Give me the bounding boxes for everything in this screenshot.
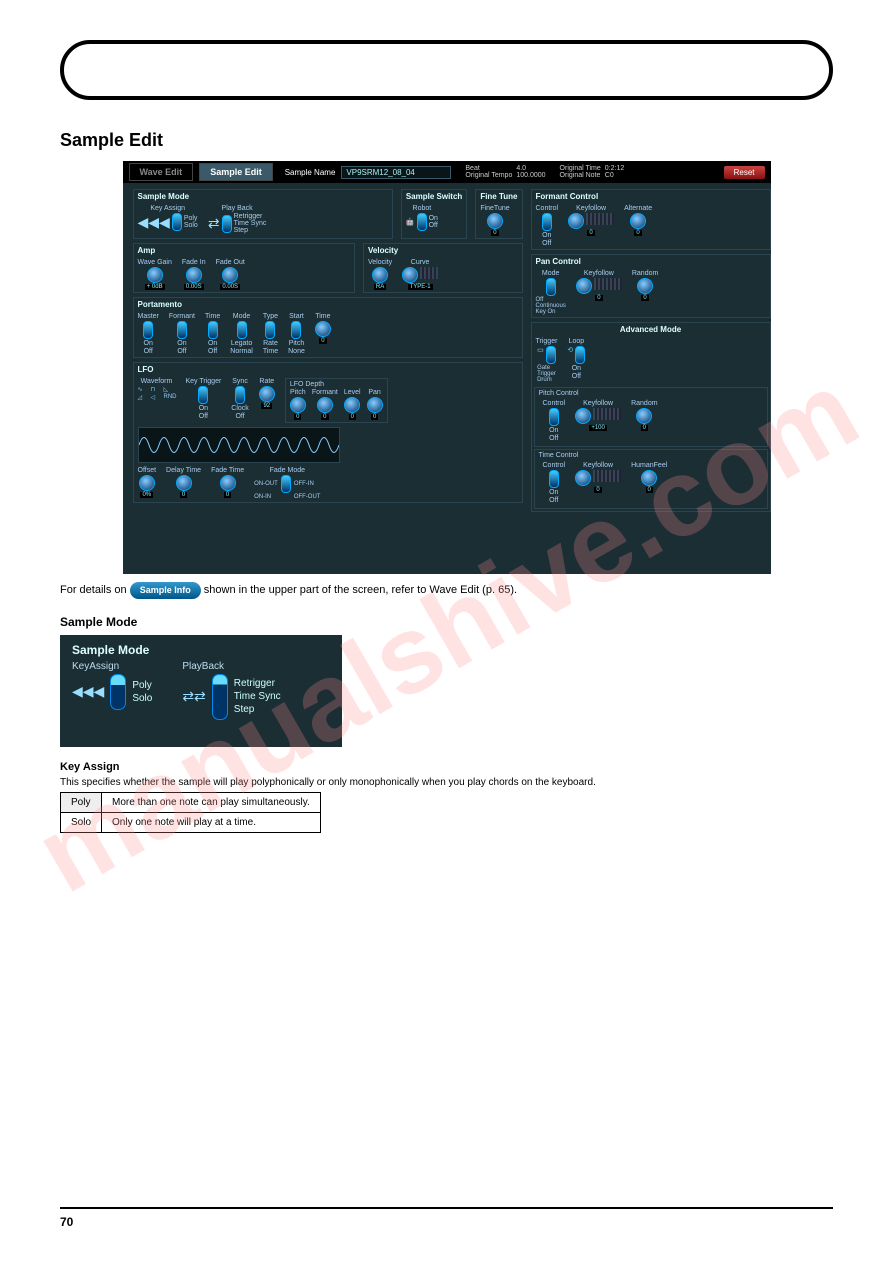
key-assign-table: PolyMore than one note can play simultan… (60, 792, 321, 833)
keyfollow-graph-icon (593, 408, 621, 420)
key-assign-control[interactable]: Key Assign ◀◀◀PolySolo (138, 205, 198, 234)
reset-button[interactable]: Reset (724, 166, 765, 179)
curve-control[interactable]: CurveTYPE-1 (402, 259, 438, 290)
key-assign-switch[interactable] (110, 674, 126, 710)
playback-icon: ⇄⇄ (182, 688, 205, 705)
curve-graph-icon (420, 267, 438, 279)
human-feel[interactable]: HumanFeel0 (631, 462, 667, 504)
fade-in-knob[interactable]: Fade In0.00S (182, 259, 206, 290)
fade-out-knob[interactable]: Fade Out0.00S (216, 259, 245, 290)
header-info-1: Beat4.0 Original Tempo100.0000 (465, 165, 545, 179)
intro-text: For details on Sample Info shown in the … (60, 582, 833, 599)
lfo-key-trigger[interactable]: Key TriggerOnOff (186, 378, 222, 423)
poly-icon: ◀◀◀ (72, 683, 104, 700)
porta-formant[interactable]: FormantOnOff (169, 313, 195, 355)
alternate-knob[interactable]: Alternate0 (624, 205, 652, 247)
lfo-depth-box: LFO Depth Pitch0 Formant0 Level0 Pan0 (285, 378, 388, 423)
time-keyfollow[interactable]: Keyfollow0 (575, 462, 621, 504)
sample-name-label: Sample Name (285, 168, 336, 177)
playback-control[interactable]: Play Back ⇄RetriggerTime SyncStep (208, 205, 267, 234)
sample-name-field[interactable]: VP9SRM12_08_04 (341, 166, 451, 179)
group-advanced: Advanced Mode (532, 323, 770, 336)
group-portamento: Portamento (134, 298, 522, 311)
lfo-offset[interactable]: Offset0% (138, 467, 157, 500)
waveform-icons: ∿⊓◺◿◁RND (138, 386, 176, 401)
trigger-mode[interactable]: Trigger▭GateTriggerDrum (536, 338, 558, 383)
table-row: PolyMore than one note can play simultan… (61, 792, 321, 812)
group-sample-switch: Sample Switch (402, 190, 466, 203)
formant-keyfollow[interactable]: Keyfollow0 (568, 205, 614, 247)
group-formant: Formant Control (532, 190, 770, 203)
porta-type[interactable]: TypeRateTime (263, 313, 278, 355)
lfo-waveform-display (138, 427, 340, 463)
porta-time-sw[interactable]: TimeOnOff (205, 313, 220, 355)
sample-edit-screenshot: Wave Edit Sample Edit Sample Name VP9SRM… (123, 161, 771, 574)
lfo-rate[interactable]: Rate92 (259, 378, 275, 423)
lfo-fade-mode[interactable]: Fade Mode ON-OUTOFF-IN ON-INOFF-OUT (254, 467, 320, 500)
sample-mode-screenshot: Sample Mode KeyAssign ◀◀◀ PolySolo PlayB… (60, 635, 342, 747)
porta-mode[interactable]: ModeLegatoNormal (230, 313, 253, 355)
poly-icon: ◀◀◀ (138, 214, 170, 231)
lfo-delay-time[interactable]: Delay Time0 (166, 467, 201, 500)
group-velocity: Velocity (364, 244, 522, 257)
lfo-pitch[interactable]: Pitch0 (290, 389, 306, 420)
time-control-sw[interactable]: ControlOnOff (543, 462, 566, 504)
group-pitch-control: Pitch Control (539, 390, 763, 397)
key-assign-desc: This specifies whether the sample will p… (60, 777, 833, 788)
group-time-control: Time Control (539, 452, 763, 459)
group-fine-tune: Fine Tune (476, 190, 521, 203)
sample-info-pill: Sample Info (130, 582, 201, 599)
lfo-formant[interactable]: Formant0 (312, 389, 338, 420)
key-assign-heading: Key Assign (60, 761, 833, 773)
playback-icon: ⇄ (208, 215, 220, 232)
pan-random[interactable]: Random0 (632, 270, 658, 315)
keyfollow-graph-icon (593, 470, 621, 482)
velocity-knob[interactable]: VelocityRA (368, 259, 392, 290)
wave-gain-knob[interactable]: Wave Gain+ 0dB (138, 259, 172, 290)
lfo-sync[interactable]: SyncClockOff (231, 378, 249, 423)
playback-switch[interactable] (212, 674, 228, 720)
lfo-waveform[interactable]: Waveform ∿⊓◺◿◁RND (138, 378, 176, 423)
keyfollow-graph-icon (586, 213, 614, 225)
table-row: SoloOnly one note will play at a time. (61, 812, 321, 832)
lfo-pan[interactable]: Pan0 (367, 389, 383, 420)
lfo-level[interactable]: Level0 (344, 389, 361, 420)
lfo-fade-time[interactable]: Fade Time0 (211, 467, 244, 500)
porta-master[interactable]: MasterOnOff (138, 313, 159, 355)
pitch-keyfollow[interactable]: Keyfollow+100 (575, 400, 621, 442)
pan-mode[interactable]: ModeOffContinuousKey On (536, 270, 566, 315)
section-heading-box (60, 40, 833, 100)
pitch-control-sw[interactable]: ControlOnOff (543, 400, 566, 442)
group-sample-mode: Sample Mode (134, 190, 392, 203)
pan-keyfollow[interactable]: Keyfollow0 (576, 270, 622, 315)
porta-time-knob[interactable]: Time0 (315, 313, 331, 355)
robot-icon: 🤖 (406, 218, 415, 226)
tab-sample-edit[interactable]: Sample Edit (199, 163, 273, 181)
sample-mode-heading: Sample Mode (60, 615, 833, 629)
pitch-random[interactable]: Random0 (631, 400, 657, 442)
editor-top-bar: Wave Edit Sample Edit Sample Name VP9SRM… (123, 161, 771, 183)
group-lfo: LFO (134, 363, 522, 376)
group-amp: Amp (134, 244, 355, 257)
loop-icon: ⟲ (567, 346, 573, 364)
sample-edit-title: Sample Edit (60, 130, 833, 151)
page-footer: 70 (60, 1207, 833, 1229)
group-pan: Pan Control (532, 255, 770, 268)
loop-switch[interactable]: Loop⟲OnOff (567, 338, 585, 383)
header-info-2: Original Time0:2:12 Original NoteC0 (560, 165, 625, 179)
porta-start[interactable]: StartPitchNone (288, 313, 305, 355)
fine-tune-knob[interactable]: FineTune0 (480, 205, 509, 236)
formant-control-sw[interactable]: ControlOnOff (536, 205, 559, 247)
tab-wave-edit[interactable]: Wave Edit (129, 163, 194, 181)
robot-switch[interactable]: Robot 🤖OnOff (406, 205, 438, 231)
keyfollow-graph-icon (594, 278, 622, 290)
trigger-icon: ▭ (537, 346, 544, 364)
